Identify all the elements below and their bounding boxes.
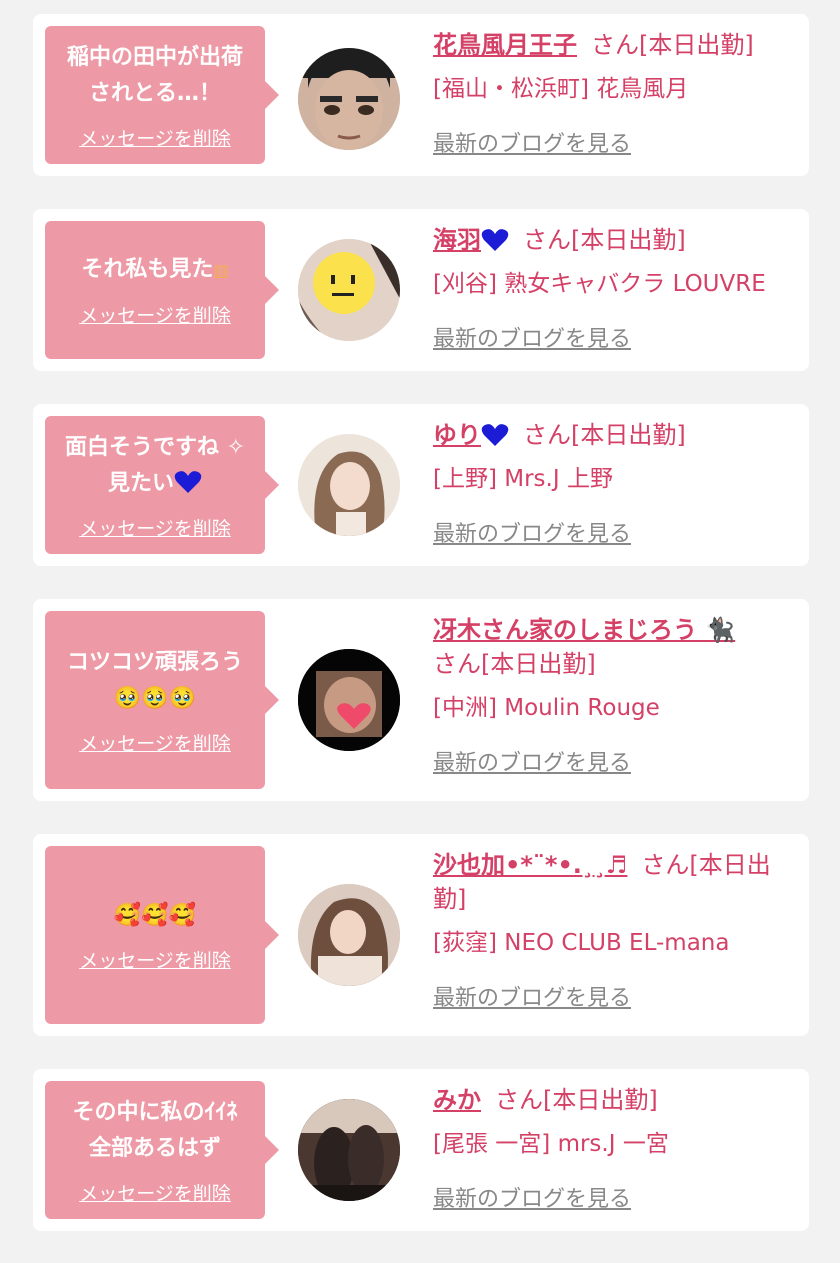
avatar[interactable] bbox=[298, 48, 400, 150]
latest-blog-link[interactable]: 最新のブログを見る bbox=[433, 321, 799, 353]
shop-info: [荻窪] NEO CLUB EL-mana bbox=[433, 930, 730, 956]
delete-message-link[interactable]: メッセージを削除 bbox=[79, 301, 231, 328]
cast-name-link[interactable]: 沙也加•*¨*•.¸¸♬ bbox=[433, 851, 627, 879]
man-face-icon bbox=[298, 48, 400, 150]
delete-message-link[interactable]: メッセージを削除 bbox=[79, 1179, 231, 1206]
legs-photo-icon bbox=[298, 1099, 400, 1201]
latest-blog-link[interactable]: 最新のブログを見る bbox=[433, 745, 799, 777]
message-bubble: 🥰🥰🥰 メッセージを削除 bbox=[45, 846, 279, 1024]
cast-name-link[interactable]: みか bbox=[433, 1086, 481, 1114]
delete-message-link[interactable]: メッセージを削除 bbox=[79, 946, 231, 973]
shop-info: [中洲] Moulin Rouge bbox=[433, 695, 660, 721]
shop-info: [上野] Mrs.J 上野 bbox=[433, 466, 613, 492]
cast-card: 稲中の田中が出荷 されとる…！ メッセージを削除 花鳥風月王子 さん[本日出勤] … bbox=[33, 14, 809, 176]
latest-blog-link[interactable]: 最新のブログを見る bbox=[433, 980, 799, 1012]
avatar[interactable] bbox=[298, 1099, 400, 1201]
message-text: それ私も見た bbox=[81, 257, 214, 282]
heart-sticker-icon bbox=[298, 649, 400, 751]
shop-info: [尾張 一宮] mrs.J 一宮 bbox=[433, 1131, 669, 1157]
cast-info: 沙也加•*¨*•.¸¸♬ さん[本日出勤] [荻窪] NEO CLUB EL-ma… bbox=[433, 848, 799, 1012]
avatar[interactable] bbox=[298, 434, 400, 536]
delete-message-link[interactable]: メッセージを削除 bbox=[79, 514, 231, 541]
message-bubble: コツコツ頑張ろう 🥹🥹🥹 メッセージを削除 bbox=[45, 611, 279, 789]
avatar[interactable] bbox=[298, 649, 400, 751]
latest-blog-link[interactable]: 最新のブログを見る bbox=[433, 1181, 799, 1213]
latest-blog-link[interactable]: 最新のブログを見る bbox=[433, 516, 799, 548]
cast-card: それ私も見た▥ メッセージを削除 海羽 さん[本日出勤] [刈谷] 熟女キャバクラ… bbox=[33, 209, 809, 371]
cast-status: さん[本日出勤] bbox=[591, 31, 754, 59]
cast-card: コツコツ頑張ろう 🥹🥹🥹 メッセージを削除 冴木さん家のしまじろう 🐈‍⬛ さん[… bbox=[33, 599, 809, 801]
cast-info: 海羽 さん[本日出勤] [刈谷] 熟女キャバクラ LOUVRE 最新のブログを見る bbox=[433, 223, 799, 353]
avatar[interactable] bbox=[298, 884, 400, 986]
message-text: 🥰🥰🥰 bbox=[113, 902, 197, 928]
delete-message-link[interactable]: メッセージを削除 bbox=[79, 124, 231, 151]
smiley-face-icon bbox=[298, 239, 400, 341]
cast-card: 面白そうですね ✧ 見たい メッセージを削除 ゆり さん[本日出勤] [上野] M… bbox=[33, 404, 809, 566]
message-text: 面白そうですね ✧ 見たい bbox=[64, 434, 246, 496]
fence-emoji-icon: ▥ bbox=[213, 261, 229, 280]
cast-status: さん[本日出勤] bbox=[433, 650, 596, 678]
message-bubble: 面白そうですね ✧ 見たい メッセージを削除 bbox=[45, 416, 279, 554]
message-text: その中に私のｲｲﾈ 全部あるはず bbox=[72, 1099, 238, 1161]
cast-info: みか さん[本日出勤] [尾張 一宮] mrs.J 一宮 最新のブログを見る bbox=[433, 1083, 799, 1213]
cast-card: 🥰🥰🥰 メッセージを削除 沙也加•*¨*•.¸¸♬ さん[本日出勤] [荻窪] N… bbox=[33, 834, 809, 1036]
message-bubble: 稲中の田中が出荷 されとる…！ メッセージを削除 bbox=[45, 26, 279, 164]
message-bubble: その中に私のｲｲﾈ 全部あるはず メッセージを削除 bbox=[45, 1081, 279, 1219]
blue-heart-icon bbox=[174, 470, 202, 493]
message-bubble: それ私も見た▥ メッセージを削除 bbox=[45, 221, 279, 359]
cast-info: 冴木さん家のしまじろう 🐈‍⬛ さん[本日出勤] [中洲] Moulin Roug… bbox=[433, 613, 799, 777]
latest-blog-link[interactable]: 最新のブログを見る bbox=[433, 126, 799, 158]
delete-message-link[interactable]: メッセージを削除 bbox=[79, 729, 231, 756]
shop-info: [福山・松浜町] 花鳥風月 bbox=[433, 76, 689, 102]
cast-name-link[interactable]: 冴木さん家のしまじろう 🐈‍⬛ bbox=[433, 616, 735, 644]
cast-info: ゆり さん[本日出勤] [上野] Mrs.J 上野 最新のブログを見る bbox=[433, 418, 799, 548]
message-text: コツコツ頑張ろう 🥹🥹🥹 bbox=[66, 649, 243, 711]
cast-status: さん[本日出勤] bbox=[495, 1086, 658, 1114]
shop-info: [刈谷] 熟女キャバクラ LOUVRE bbox=[433, 271, 766, 297]
cast-status: さん[本日出勤] bbox=[523, 421, 686, 449]
avatar[interactable] bbox=[298, 239, 400, 341]
cast-status: さん[本日出勤] bbox=[523, 226, 686, 254]
blue-heart-icon bbox=[481, 229, 509, 251]
message-text: 稲中の田中が出荷 されとる…！ bbox=[66, 44, 243, 106]
cast-name-link[interactable]: 花鳥風月王子 bbox=[433, 31, 577, 59]
cast-card: その中に私のｲｲﾈ 全部あるはず メッセージを削除 みか さん[本日出勤] [尾張… bbox=[33, 1069, 809, 1231]
cast-name-link[interactable]: 海羽 bbox=[433, 226, 481, 254]
blue-heart-icon bbox=[481, 424, 509, 446]
cast-name-link[interactable]: ゆり bbox=[433, 421, 481, 449]
cast-info: 花鳥風月王子 さん[本日出勤] [福山・松浜町] 花鳥風月 最新のブログを見る bbox=[433, 28, 799, 158]
woman-photo-icon bbox=[298, 434, 400, 536]
woman-photo-icon bbox=[298, 884, 400, 986]
